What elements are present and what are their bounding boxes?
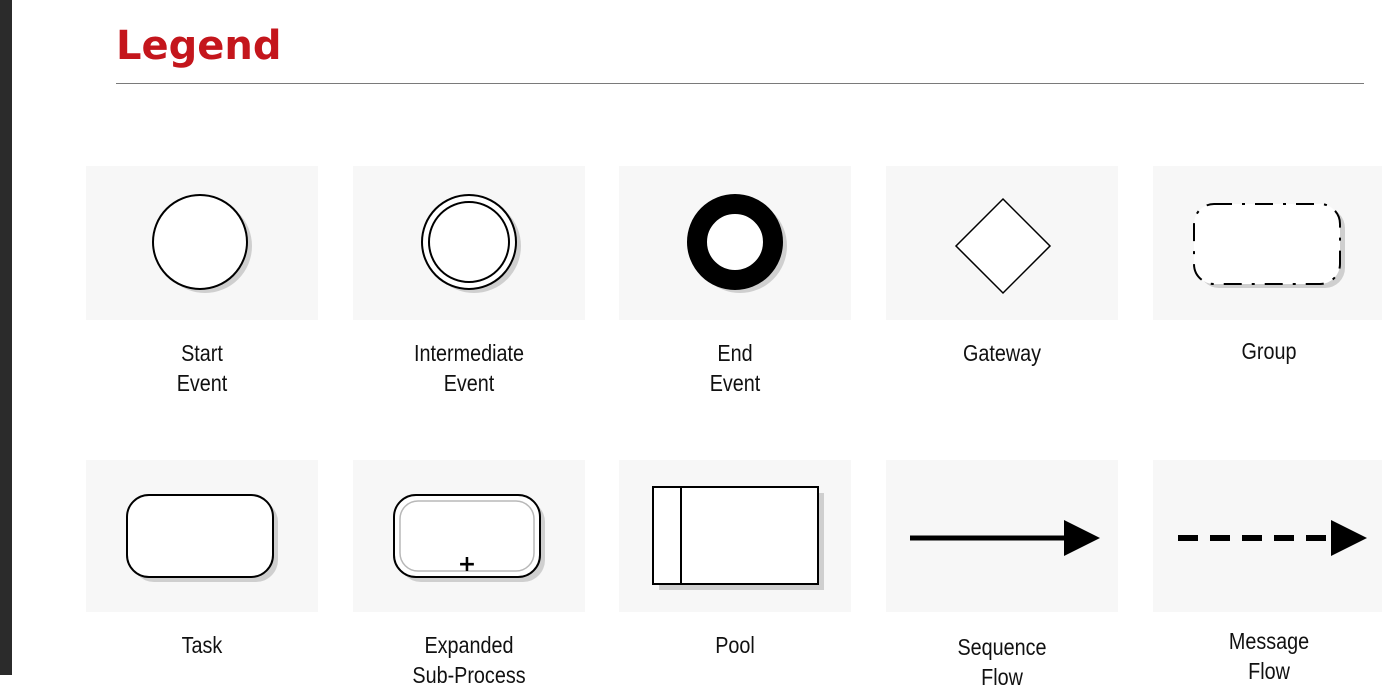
label-pool: Pool: [715, 632, 755, 658]
legend-card-sequence-flow: [886, 460, 1118, 612]
label-start-event: Start Event: [176, 340, 228, 396]
sequence-flow-icon: [910, 520, 1100, 556]
legend-card-message-flow: [1153, 460, 1382, 612]
pool-icon: [652, 486, 824, 590]
intermediate-event-icon: [421, 194, 521, 293]
legend-card-start-event: [86, 166, 318, 320]
end-event-icon: [687, 194, 787, 293]
label-sequence-flow: Sequence Flow: [957, 634, 1047, 690]
gateway-icon: [954, 197, 1052, 295]
label-task: Task: [181, 632, 223, 658]
label-end-event: End Event: [709, 340, 761, 396]
expanded-sub-process-icon: +: [393, 494, 545, 582]
left-edge-bar: [0, 0, 12, 675]
label-group: Group: [1241, 338, 1297, 364]
start-event-icon: [152, 194, 252, 293]
message-flow-icon: [1178, 520, 1367, 556]
legend-card-gateway: [886, 166, 1118, 320]
legend-card-task: [86, 460, 318, 612]
group-icon: [1193, 203, 1345, 288]
title-divider: [116, 83, 1364, 84]
label-intermediate-event: Intermediate Event: [414, 340, 524, 396]
label-message-flow: Message Flow: [1228, 628, 1310, 684]
task-icon: [126, 494, 278, 582]
plus-symbol: +: [458, 552, 476, 577]
legend-card-pool: [619, 460, 851, 612]
legend-title: Legend: [116, 23, 282, 69]
label-gateway: Gateway: [962, 340, 1042, 366]
label-expanded-sub-process: Expanded Sub-Process: [412, 632, 526, 688]
legend-card-end-event: [619, 166, 851, 320]
legend-card-expanded-sub-process: +: [353, 460, 585, 612]
legend-card-group: [1153, 166, 1382, 320]
legend-card-intermediate-event: [353, 166, 585, 320]
